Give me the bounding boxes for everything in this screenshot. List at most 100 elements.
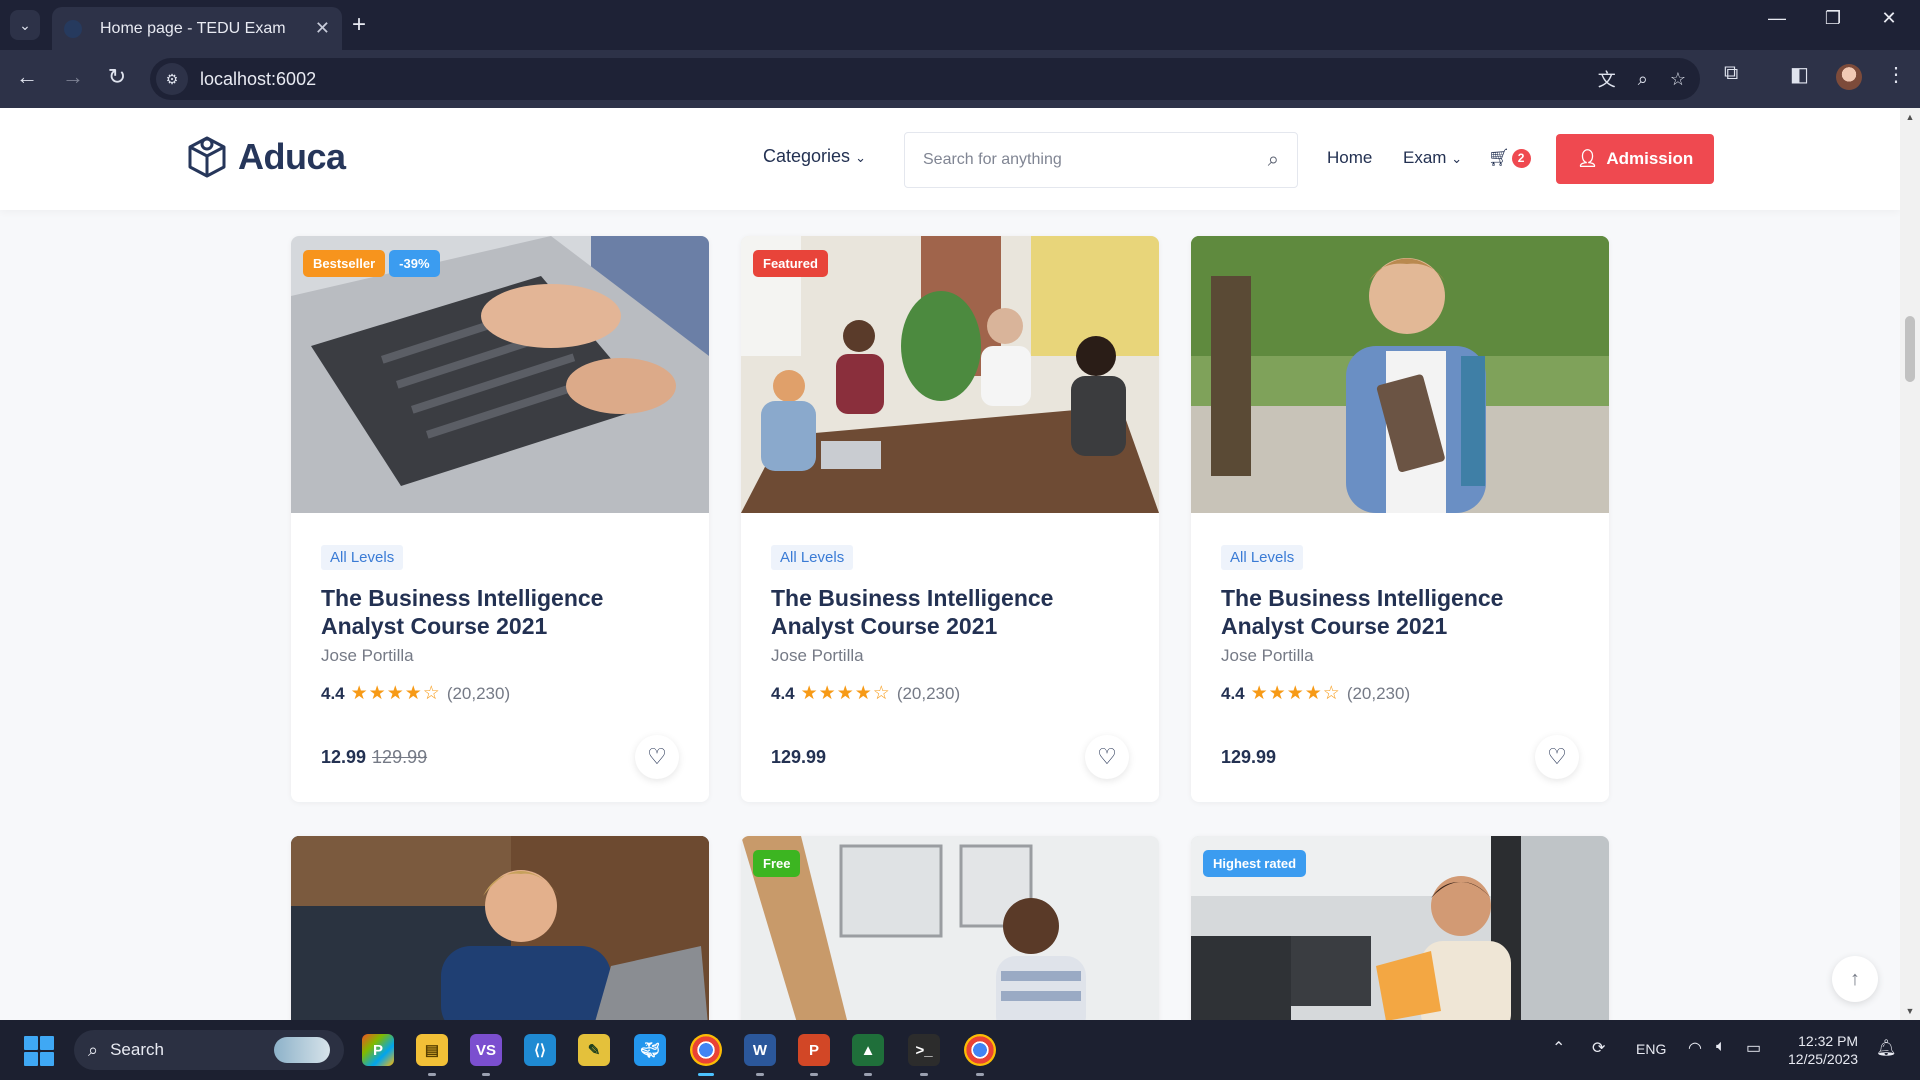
chrome-icon[interactable] (690, 1034, 722, 1076)
minimize-icon[interactable]: — (1762, 8, 1792, 29)
course-author[interactable]: Jose Portilla (1221, 646, 1579, 666)
cart-count-badge: 2 (1511, 148, 1531, 168)
course-author[interactable]: Jose Portilla (321, 646, 679, 666)
course-card[interactable] (291, 836, 709, 1020)
course-thumbnail[interactable]: Bestseller -39% (291, 236, 709, 513)
language-indicator[interactable]: ENG (1636, 1041, 1666, 1057)
browser-tab-strip: ⌄ Home page - TEDU Exam ✕ + — ❐ ✕ (0, 0, 1920, 50)
terminal-icon[interactable]: >_ (908, 1034, 940, 1076)
admission-button[interactable]: 👤︎ Admission (1556, 134, 1714, 184)
address-bar[interactable]: ⚙ localhost:6002 文 ⌕ ☆ (150, 58, 1700, 100)
sticky-app-icon[interactable]: ✎ (578, 1034, 610, 1066)
course-title[interactable]: The Business Intelligence Analyst Course… (1221, 584, 1579, 640)
reload-icon[interactable]: ↻ (102, 64, 132, 90)
extensions-icon[interactable]: ⧉ (1724, 62, 1738, 85)
url-text[interactable]: localhost:6002 (200, 69, 316, 90)
sync-icon[interactable]: ⟳ (1592, 1038, 1605, 1058)
bookmark-star-icon[interactable]: ☆ (1670, 69, 1686, 90)
course-level-tag: All Levels (321, 545, 404, 570)
profile-avatar[interactable] (1836, 64, 1862, 90)
tab-search-button[interactable]: ⌄ (10, 10, 40, 40)
notification-bell-icon[interactable]: 🔔︎ (1876, 1038, 1896, 1058)
nav-home-link[interactable]: Home (1327, 148, 1372, 168)
tray-chevron-up-icon[interactable]: ⌃ (1552, 1038, 1565, 1058)
heart-icon[interactable]: ♡ (1085, 735, 1129, 779)
search-input[interactable] (923, 151, 1268, 169)
back-arrow-icon[interactable]: ← (12, 64, 42, 90)
cart-button[interactable]: 🛒︎ 2 (1488, 148, 1531, 168)
powerpoint-icon[interactable]: P (798, 1034, 830, 1076)
course-price-row: 129.99 ♡ (1221, 735, 1579, 779)
course-badges: Highest rated (1203, 850, 1307, 877)
side-panel-icon[interactable]: ◧ (1790, 62, 1809, 87)
search-icon[interactable]: ⌕ (1268, 149, 1279, 172)
arrow-up-icon: ↑ (1850, 967, 1860, 990)
back-to-top-button[interactable]: ↑ (1832, 956, 1878, 1002)
docker-icon[interactable]: 🐳︎ (634, 1034, 666, 1066)
course-card[interactable]: All Levels The Business Intelligence Ana… (1191, 236, 1609, 802)
volume-icon[interactable]: 🔈︎ (1716, 1038, 1726, 1056)
tab-favicon-icon (64, 19, 82, 38)
course-thumbnail[interactable] (291, 836, 709, 1020)
copilot-app-icon[interactable]: P (362, 1034, 394, 1066)
bestseller-badge: Bestseller (303, 250, 386, 277)
discount-badge: -39% (389, 250, 440, 277)
course-price-row: 129.99 ♡ (771, 735, 1129, 779)
taskbar-clock[interactable]: 12:32 PM 12/25/2023 (1788, 1032, 1858, 1068)
battery-icon[interactable]: ▭ (1746, 1038, 1761, 1058)
forward-arrow-icon[interactable]: → (58, 64, 88, 90)
scroll-up-arrow-icon[interactable]: ▲ (1900, 112, 1920, 122)
mongodb-compass-icon[interactable]: ▲ (852, 1034, 884, 1076)
chevron-down-icon: ⌄ (1451, 151, 1463, 166)
tab-title: Home page - TEDU Exam (100, 19, 286, 37)
categories-dropdown[interactable]: Categories ⌄ (763, 146, 866, 167)
page-scrollbar[interactable]: ▲ ▼ (1900, 108, 1920, 1020)
course-thumbnail[interactable]: Highest rated (1191, 836, 1609, 1020)
rating-count: (20,230) (446, 683, 511, 703)
course-level-tag: All Levels (1221, 545, 1304, 570)
word-icon[interactable]: W (744, 1034, 776, 1076)
visual-studio-icon[interactable]: VS (470, 1034, 502, 1076)
logo-box-icon (188, 136, 226, 178)
course-title[interactable]: The Business Intelligence Analyst Course… (771, 584, 1129, 640)
course-price-row: 12.99 129.99 ♡ (321, 735, 679, 779)
rating-value: 4.4 (771, 683, 795, 703)
nav-exam-dropdown[interactable]: Exam ⌄ (1403, 148, 1462, 168)
course-image-meeting (741, 236, 1159, 513)
course-level-tag: All Levels (771, 545, 854, 570)
course-old-price: 129.99 (372, 746, 428, 767)
site-logo[interactable]: Aduca (184, 134, 346, 180)
vscode-icon[interactable]: ⟨⟩ (524, 1034, 556, 1066)
tab-close-icon[interactable]: ✕ (315, 18, 330, 39)
scrollbar-thumb[interactable] (1905, 316, 1915, 382)
course-card[interactable]: Highest rated (1191, 836, 1609, 1020)
course-card[interactable]: Bestseller -39% All Levels The Business … (291, 236, 709, 802)
course-thumbnail[interactable]: Free (741, 836, 1159, 1020)
file-explorer-icon[interactable]: ▤ (416, 1034, 448, 1076)
browser-menu-icon[interactable]: ⋮ (1886, 62, 1906, 87)
restore-icon[interactable]: ❐ (1818, 8, 1848, 29)
windows-start-icon[interactable] (24, 1036, 54, 1066)
course-card[interactable]: Free (741, 836, 1159, 1020)
course-price: 12.99 (321, 746, 367, 767)
taskbar-search[interactable]: ⌕ Search (74, 1030, 344, 1070)
course-thumbnail[interactable] (1191, 236, 1609, 513)
heart-icon[interactable]: ♡ (635, 735, 679, 779)
close-window-icon[interactable]: ✕ (1874, 8, 1904, 29)
zoom-icon[interactable]: ⌕ (1638, 69, 1648, 90)
browser-tab-active[interactable]: Home page - TEDU Exam ✕ (52, 7, 342, 50)
site-info-icon[interactable]: ⚙ (156, 63, 188, 95)
taskbar-search-label: Search (110, 1040, 164, 1059)
course-thumbnail[interactable]: Featured (741, 236, 1159, 513)
course-author[interactable]: Jose Portilla (771, 646, 1129, 666)
new-tab-button[interactable]: + (352, 10, 366, 40)
scroll-down-arrow-icon[interactable]: ▼ (1900, 1006, 1920, 1016)
featured-badge: Featured (753, 250, 828, 277)
translate-icon[interactable]: 文 (1598, 66, 1616, 92)
wifi-icon[interactable]: ◠ (1688, 1038, 1702, 1058)
heart-icon[interactable]: ♡ (1535, 735, 1579, 779)
chrome-icon[interactable] (964, 1034, 996, 1076)
course-card[interactable]: Featured All Levels The Business Intelli… (741, 236, 1159, 802)
course-title[interactable]: The Business Intelligence Analyst Course… (321, 584, 679, 640)
cart-icon: 🛒︎ (1488, 148, 1510, 167)
